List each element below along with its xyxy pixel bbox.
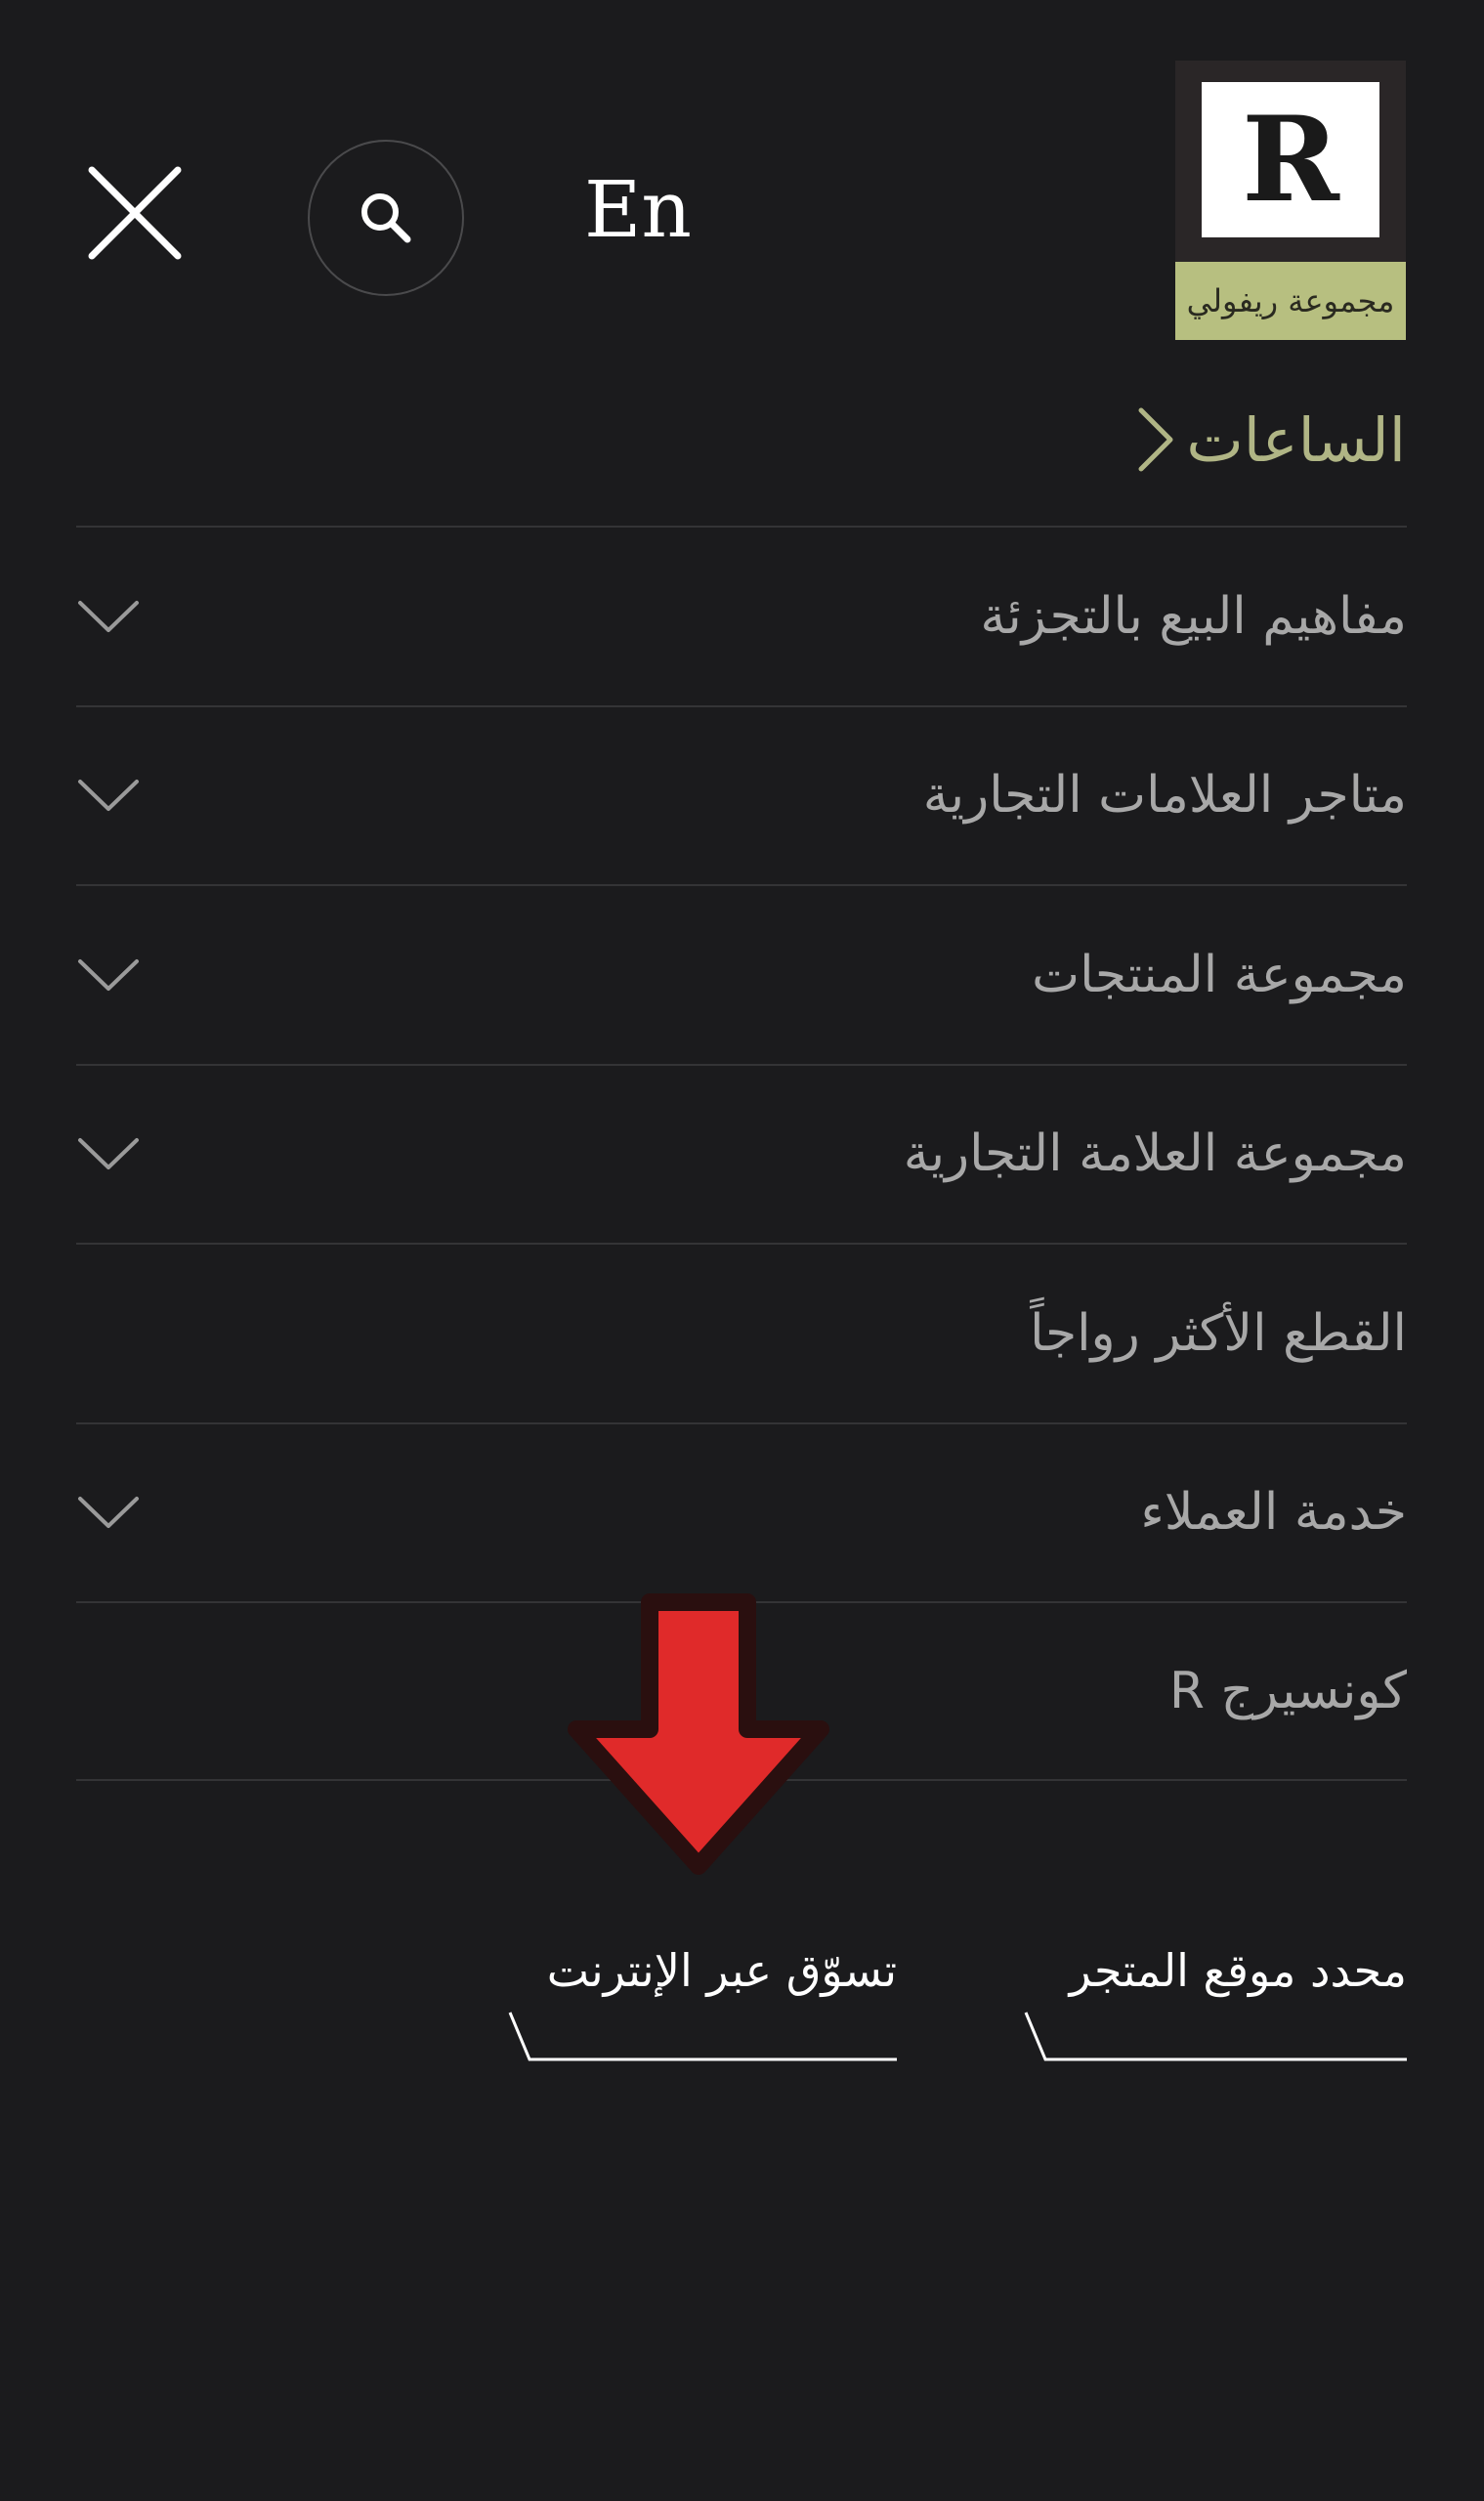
close-icon <box>88 166 182 260</box>
chevron-down-icon <box>78 600 139 632</box>
menu-item-label: مفاهيم البيع بالتجزئة <box>980 586 1407 646</box>
chevron-right-icon <box>1138 407 1173 472</box>
menu-item-brand-stores[interactable]: متاجر العلامات التجارية <box>76 704 1407 885</box>
menu-item-brand-collection[interactable]: مجموعة العلامة التجارية <box>76 1063 1407 1244</box>
logo-frame: R <box>1175 61 1406 262</box>
chevron-down-icon <box>78 780 139 812</box>
brand-logo[interactable]: R مجموعة ريفولي <box>1175 61 1406 340</box>
menu-item-label: القطع الأكثر رواجاً <box>1030 1303 1407 1363</box>
menu-item-label: مجموعة العلامة التجارية <box>903 1124 1407 1184</box>
menu-item-label: كونسيرج R <box>1168 1661 1407 1720</box>
shop-online-label: تسوّق عبر الإنترنت <box>546 1944 897 1997</box>
red-down-arrow-icon <box>568 1593 829 1875</box>
menu-item-customer-service[interactable]: خدمة العملاء <box>76 1421 1407 1602</box>
menu-item-label: خدمة العملاء <box>1140 1483 1407 1543</box>
chevron-down-icon <box>78 1138 139 1170</box>
menu-item-trending-pieces[interactable]: القطع الأكثر رواجاً <box>76 1243 1407 1422</box>
store-locator-label: محدد موقع المتجر <box>1069 1944 1407 1997</box>
menu-item-retail-concepts[interactable]: مفاهيم البيع بالتجزئة <box>76 526 1407 705</box>
shop-online-link[interactable]: تسوّق عبر الإنترنت <box>508 1944 897 2061</box>
close-button[interactable] <box>78 156 191 270</box>
logo-caption: مجموعة ريفولي <box>1175 262 1406 340</box>
chevron-down-icon <box>78 958 139 991</box>
watches-link[interactable]: الساعات <box>1069 386 1406 493</box>
logo-letter: R <box>1202 82 1379 237</box>
search-icon <box>361 193 411 243</box>
search-button[interactable] <box>308 140 464 296</box>
language-toggle[interactable]: En <box>584 156 692 264</box>
menu-item-label: مجموعة المنتجات <box>1032 945 1407 1004</box>
menu-item-product-collection[interactable]: مجموعة المنتجات <box>76 884 1407 1064</box>
link-underline <box>508 2012 897 2061</box>
menu-item-label: متاجر العلامات التجارية <box>922 766 1407 826</box>
watches-label: الساعات <box>1186 403 1406 476</box>
store-locator-link[interactable]: محدد موقع المتجر <box>1024 1944 1407 2061</box>
link-underline <box>1024 2012 1407 2061</box>
chevron-down-icon <box>78 1497 139 1529</box>
